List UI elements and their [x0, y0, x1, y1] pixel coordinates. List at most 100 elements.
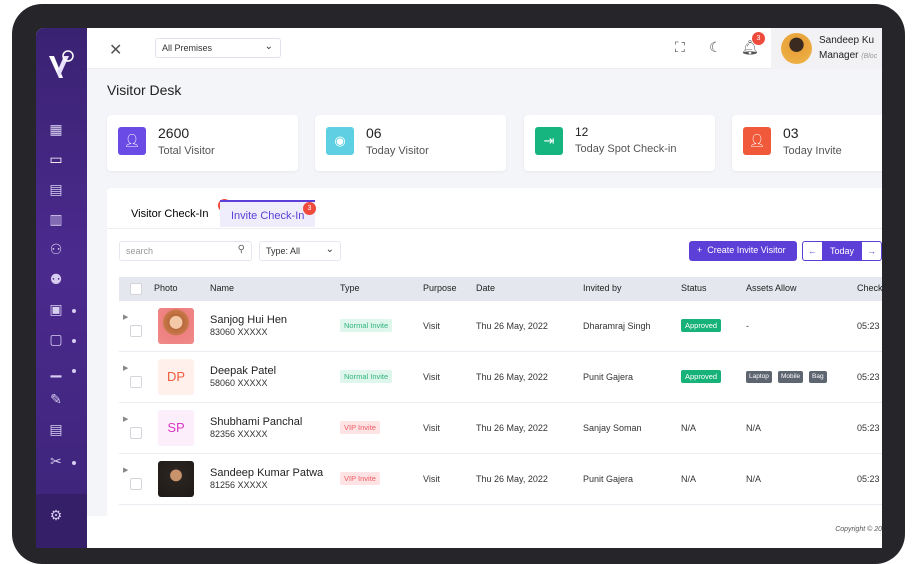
invited-by-cell: Sanjay Soman — [583, 423, 642, 433]
users-icon[interactable]: ⚇ — [47, 240, 65, 258]
check-cell: 05:23 — [857, 321, 880, 331]
copyright-text: Copyright © 20 — [835, 526, 882, 533]
stat-value: 2600 — [158, 125, 190, 141]
row-checkbox[interactable] — [130, 427, 142, 439]
tab-invite-checkin[interactable]: Invite Check-In 3 — [220, 200, 316, 227]
date-cell: Thu 26 May, 2022 — [476, 321, 548, 331]
calendar-icon[interactable]: ▤ — [47, 180, 65, 198]
search-icon: ⚲ — [237, 244, 245, 255]
visitor-photo — [158, 308, 194, 344]
today-label: Today — [829, 246, 855, 256]
brand-logo[interactable] — [47, 48, 75, 82]
tab-label: Visitor Check-In — [131, 208, 209, 220]
row-checkbox[interactable] — [130, 478, 142, 490]
presentation-icon[interactable]: ▢ — [47, 330, 65, 348]
stat-value: 03 — [783, 125, 799, 141]
tools-icon[interactable]: ✂ — [47, 452, 65, 470]
fullscreen-icon[interactable]: ⛶ — [675, 39, 685, 56]
column-header: Invited by — [583, 283, 622, 293]
building-icon[interactable]: ▥ — [47, 210, 65, 228]
visitor-phone: 81256 XXXXX — [210, 480, 268, 490]
visitor-name: Sanjog Hui Hen — [210, 314, 288, 326]
visitor-phone: 83060 XXXXX — [210, 327, 268, 337]
tab-badge: 3 — [303, 202, 316, 215]
type-select[interactable]: Type: All ⌄ — [259, 241, 341, 261]
dashboard-icon[interactable]: ▦ — [47, 120, 65, 138]
location-pin-icon: ◉ — [326, 127, 354, 155]
user-role-text: Manager — [819, 50, 859, 61]
prev-day-button[interactable]: ← — [802, 241, 823, 261]
stat-value: 12 — [575, 125, 589, 139]
expand-icon[interactable]: ▶ — [123, 364, 128, 372]
purpose-cell: Visit — [423, 474, 440, 484]
next-day-button[interactable]: → — [861, 241, 882, 261]
search-placeholder: search — [126, 246, 154, 256]
status-cell: N/A — [681, 423, 697, 433]
asset-tag: Bag — [809, 371, 827, 383]
column-header: Purpose — [423, 283, 457, 293]
chevron-down-icon: ⌄ — [325, 244, 334, 255]
column-header: Photo — [154, 283, 178, 293]
check-cell: 05:23 — [857, 423, 880, 433]
edit-icon[interactable]: ✎ — [47, 390, 65, 408]
tab-visitor-checkin[interactable]: Visitor Check-In 1 — [120, 199, 231, 227]
expand-icon[interactable]: ▶ — [123, 415, 128, 423]
invited-by-cell: Punit Gajera — [583, 372, 634, 382]
premises-select[interactable]: All Premises ⌄ — [155, 38, 281, 58]
visitor-name: Sandeep Kumar Patwa — [210, 467, 324, 479]
create-invite-label: Create Invite Visitor — [707, 245, 786, 255]
user-menu[interactable]: Sandeep Ku Manager (Bloc — [771, 28, 882, 69]
expand-icon[interactable]: ▶ — [123, 466, 128, 474]
checkin-panel: Visitor Check-In 1 Invite Check-In 3 sea… — [107, 188, 882, 518]
expand-icon[interactable]: ▶ — [123, 313, 128, 321]
stat-card-total-visitor: 👤︎ 2600 Total Visitor — [107, 115, 298, 171]
chevron-down-icon: ⌄ — [264, 41, 273, 52]
date-cell: Thu 26 May, 2022 — [476, 423, 548, 433]
app-screen: ▦ ▭ ▤ ▥ ⚇ ⚉ ▣ ▢ ▁ ✎ ▤ ✂ ⚙ ✕ All Premises… — [36, 28, 882, 548]
chart-icon[interactable]: ▁ — [47, 360, 65, 378]
table-row[interactable]: ▶ SP Shubhami Panchal 82356 XXXXX VIP In… — [119, 403, 882, 454]
table-row[interactable]: ▶ Sandeep Kumar Patwa 81256 XXXXX VIP In… — [119, 454, 882, 505]
stat-label: Total Visitor — [158, 145, 215, 157]
invite-type-badge: Normal Invite — [340, 370, 393, 383]
table-row[interactable]: ▶ DP Deepak Patel 58060 XXXXX Normal Inv… — [119, 352, 882, 403]
stat-label: Today Spot Check-in — [575, 143, 677, 155]
stat-card-today-invite: 👤︎ 03 Today Invite — [732, 115, 882, 171]
stat-label: Today Invite — [783, 145, 842, 157]
table-row[interactable]: ▶ Sanjog Hui Hen 83060 XXXXX Normal Invi… — [119, 301, 882, 352]
column-header: Type — [340, 283, 360, 293]
row-checkbox[interactable] — [130, 376, 142, 388]
monitor-icon[interactable]: ▭ — [47, 150, 65, 168]
date-cell: Thu 26 May, 2022 — [476, 372, 548, 382]
select-all-checkbox[interactable] — [130, 283, 142, 295]
premises-select-value: All Premises — [162, 43, 213, 53]
visitor-photo — [158, 461, 194, 497]
column-header: Name — [210, 283, 235, 293]
visitor-initials: SP — [158, 410, 194, 446]
dark-mode-icon[interactable]: ☾ — [709, 39, 722, 56]
invite-type-badge: Normal Invite — [340, 319, 393, 332]
row-checkbox[interactable] — [130, 325, 142, 337]
event-icon[interactable]: ▣ — [47, 300, 65, 318]
submenu-dot — [72, 339, 76, 343]
sidebar: ▦ ▭ ▤ ▥ ⚇ ⚉ ▣ ▢ ▁ ✎ ▤ ✂ ⚙ — [36, 28, 87, 548]
visitor-name: Deepak Patel — [210, 365, 277, 377]
search-input[interactable]: search ⚲ — [119, 241, 252, 261]
avatar — [781, 33, 812, 64]
assets-cell: N/A — [746, 474, 762, 484]
footer: Copyright © 20 — [87, 516, 882, 548]
today-button[interactable]: Today — [823, 241, 861, 261]
visitor-phone: 82356 XXXXX — [210, 429, 268, 439]
assets-cell: N/A — [746, 423, 762, 433]
visitor-phone: 58060 XXXXX — [210, 378, 268, 388]
id-card-icon[interactable]: ▤ — [47, 420, 65, 438]
submenu-dot — [72, 461, 76, 465]
column-header: Check — [857, 283, 882, 293]
close-icon[interactable]: ✕ — [109, 40, 122, 60]
check-cell: 05:23 — [857, 474, 880, 484]
settings-icon[interactable]: ⚙ — [47, 506, 65, 524]
top-bar: ✕ All Premises ⌄ ⛶ ☾ 🔔︎ 3 Sandeep Ku Man… — [87, 28, 882, 69]
org-chart-icon[interactable]: ⚉ — [47, 270, 65, 288]
create-invite-button[interactable]: + Create Invite Visitor — [689, 241, 797, 261]
check-cell: 05:23 — [857, 372, 880, 382]
